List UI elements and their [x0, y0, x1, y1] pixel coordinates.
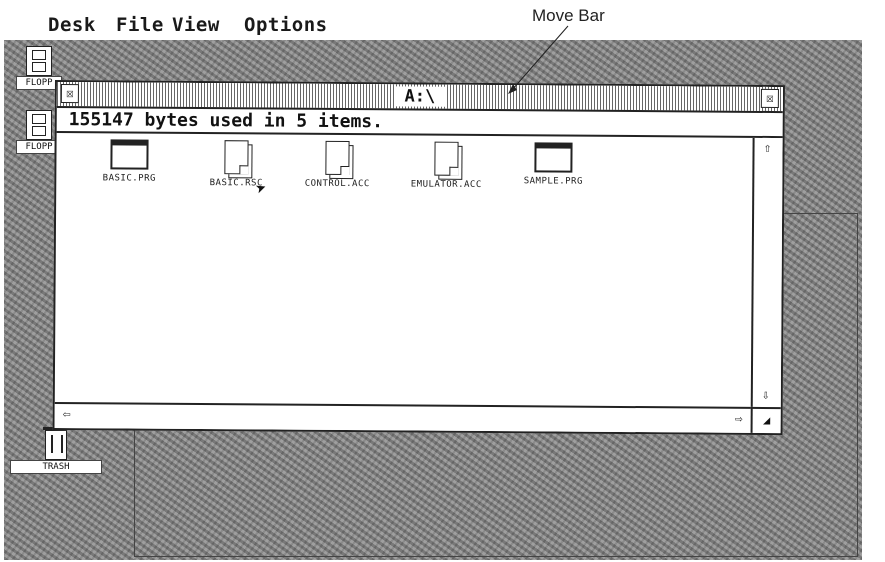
- full-box-icon[interactable]: ☒: [760, 88, 779, 109]
- scroll-right-icon[interactable]: ⇨: [729, 410, 748, 429]
- scroll-down-icon[interactable]: ⇩: [756, 386, 775, 406]
- floppy-drive-icon: [26, 110, 52, 140]
- trash-icon: [43, 427, 67, 460]
- close-box-icon[interactable]: ☒: [60, 84, 79, 104]
- menu-file[interactable]: File: [116, 14, 164, 36]
- window-title: A:\: [394, 86, 446, 107]
- document-icon: [325, 140, 350, 176]
- file-icon[interactable]: EMULATOR.ACC: [401, 141, 491, 190]
- size-box-icon[interactable]: ◢: [750, 406, 781, 434]
- file-name: CONTROL.ACC: [304, 178, 370, 190]
- scroll-up-icon[interactable]: ⇧: [758, 139, 777, 159]
- vertical-scrollbar[interactable]: ⇧ ⇩: [750, 137, 783, 408]
- floppy-drive-icon: [26, 46, 52, 76]
- scroll-left-icon[interactable]: ⇦: [57, 406, 76, 425]
- horizontal-scrollbar[interactable]: ⇦ ⇨: [54, 402, 751, 433]
- file-area: BASIC.PRG BASIC.RSC CONTROL.ACC EMULATOR…: [55, 133, 753, 407]
- file-icon[interactable]: SAMPLE.PRG: [508, 142, 598, 187]
- menu-bar: Desk File View Options Move Bar: [0, 0, 885, 40]
- document-icon: [224, 140, 249, 175]
- directory-window: ☒ A:\ ☒ 155147 bytes used in 5 items. BA…: [52, 80, 785, 436]
- file-icon[interactable]: CONTROL.ACC: [292, 140, 382, 190]
- menu-desk[interactable]: Desk: [48, 14, 96, 36]
- document-icon: [434, 141, 459, 176]
- menu-options[interactable]: Options: [244, 14, 328, 36]
- program-icon: [534, 142, 573, 173]
- program-icon: [110, 139, 149, 170]
- file-icon[interactable]: BASIC.PRG: [84, 139, 174, 184]
- file-name: BASIC.PRG: [102, 173, 156, 184]
- file-name: BASIC.RSC: [209, 178, 263, 189]
- file-name: EMULATOR.ACC: [410, 179, 482, 190]
- file-icon[interactable]: BASIC.RSC: [191, 140, 281, 189]
- move-bar-caption: Move Bar: [532, 6, 605, 25]
- menu-view[interactable]: View: [172, 14, 220, 36]
- trash-label: TRASH: [10, 460, 102, 474]
- trash-icon-group[interactable]: TRASH: [10, 427, 102, 474]
- file-name: SAMPLE.PRG: [523, 176, 583, 187]
